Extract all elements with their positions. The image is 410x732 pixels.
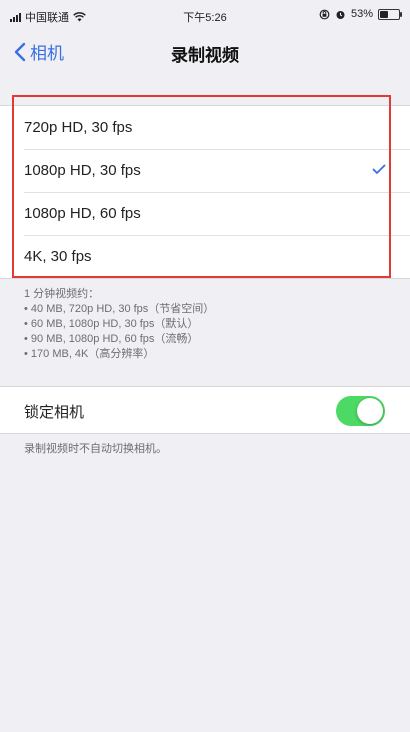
- resolution-options: 720p HD, 30 fps 1080p HD, 30 fps 1080p H…: [0, 105, 410, 279]
- battery-percent: 53%: [350, 8, 373, 20]
- lock-camera-label: 锁定相机: [24, 404, 85, 421]
- alarm-icon: [336, 10, 345, 19]
- status-right: 53%: [319, 8, 402, 20]
- option-4k-30[interactable]: 4K, 30 fps: [0, 235, 410, 278]
- rotation-lock-icon: [319, 9, 330, 19]
- option-label: 720p HD, 30 fps: [24, 119, 133, 136]
- checkmark-icon: [372, 164, 386, 174]
- size-notes: 1 分钟视频约： • 40 MB, 720p HD, 30 fps（节省空间） …: [24, 287, 214, 362]
- toggle-knob: [357, 398, 383, 424]
- option-label: 1080p HD, 60 fps: [24, 205, 141, 222]
- battery-icon: [378, 8, 402, 20]
- lock-camera-toggle[interactable]: [336, 396, 385, 426]
- lock-camera-note: 录制视频时不自动切换相机。: [24, 443, 167, 455]
- option-label: 4K, 30 fps: [24, 248, 92, 265]
- option-1080p-30[interactable]: 1080p HD, 30 fps: [0, 149, 410, 192]
- option-label: 1080p HD, 30 fps: [24, 162, 141, 179]
- option-720p-30[interactable]: 720p HD, 30 fps: [0, 106, 410, 149]
- note-line: • 170 MB, 4K（高分辨率）: [24, 348, 155, 360]
- status-bar: 中国联通 下午5:26 53%: [0, 0, 410, 28]
- note-line: • 40 MB, 720p HD, 30 fps（节省空间）: [24, 303, 215, 315]
- page-title: 录制视频: [171, 46, 239, 65]
- option-1080p-60[interactable]: 1080p HD, 60 fps: [0, 192, 410, 235]
- lock-camera-row: 锁定相机: [0, 386, 410, 434]
- nav-bar: 相机 录制视频: [0, 28, 410, 74]
- note-line: • 60 MB, 1080p HD, 30 fps（默认）: [24, 318, 199, 330]
- note-line: 1 分钟视频约：: [24, 288, 100, 300]
- note-line: • 90 MB, 1080p HD, 60 fps（流畅）: [24, 333, 199, 345]
- battery-fill: [380, 10, 388, 18]
